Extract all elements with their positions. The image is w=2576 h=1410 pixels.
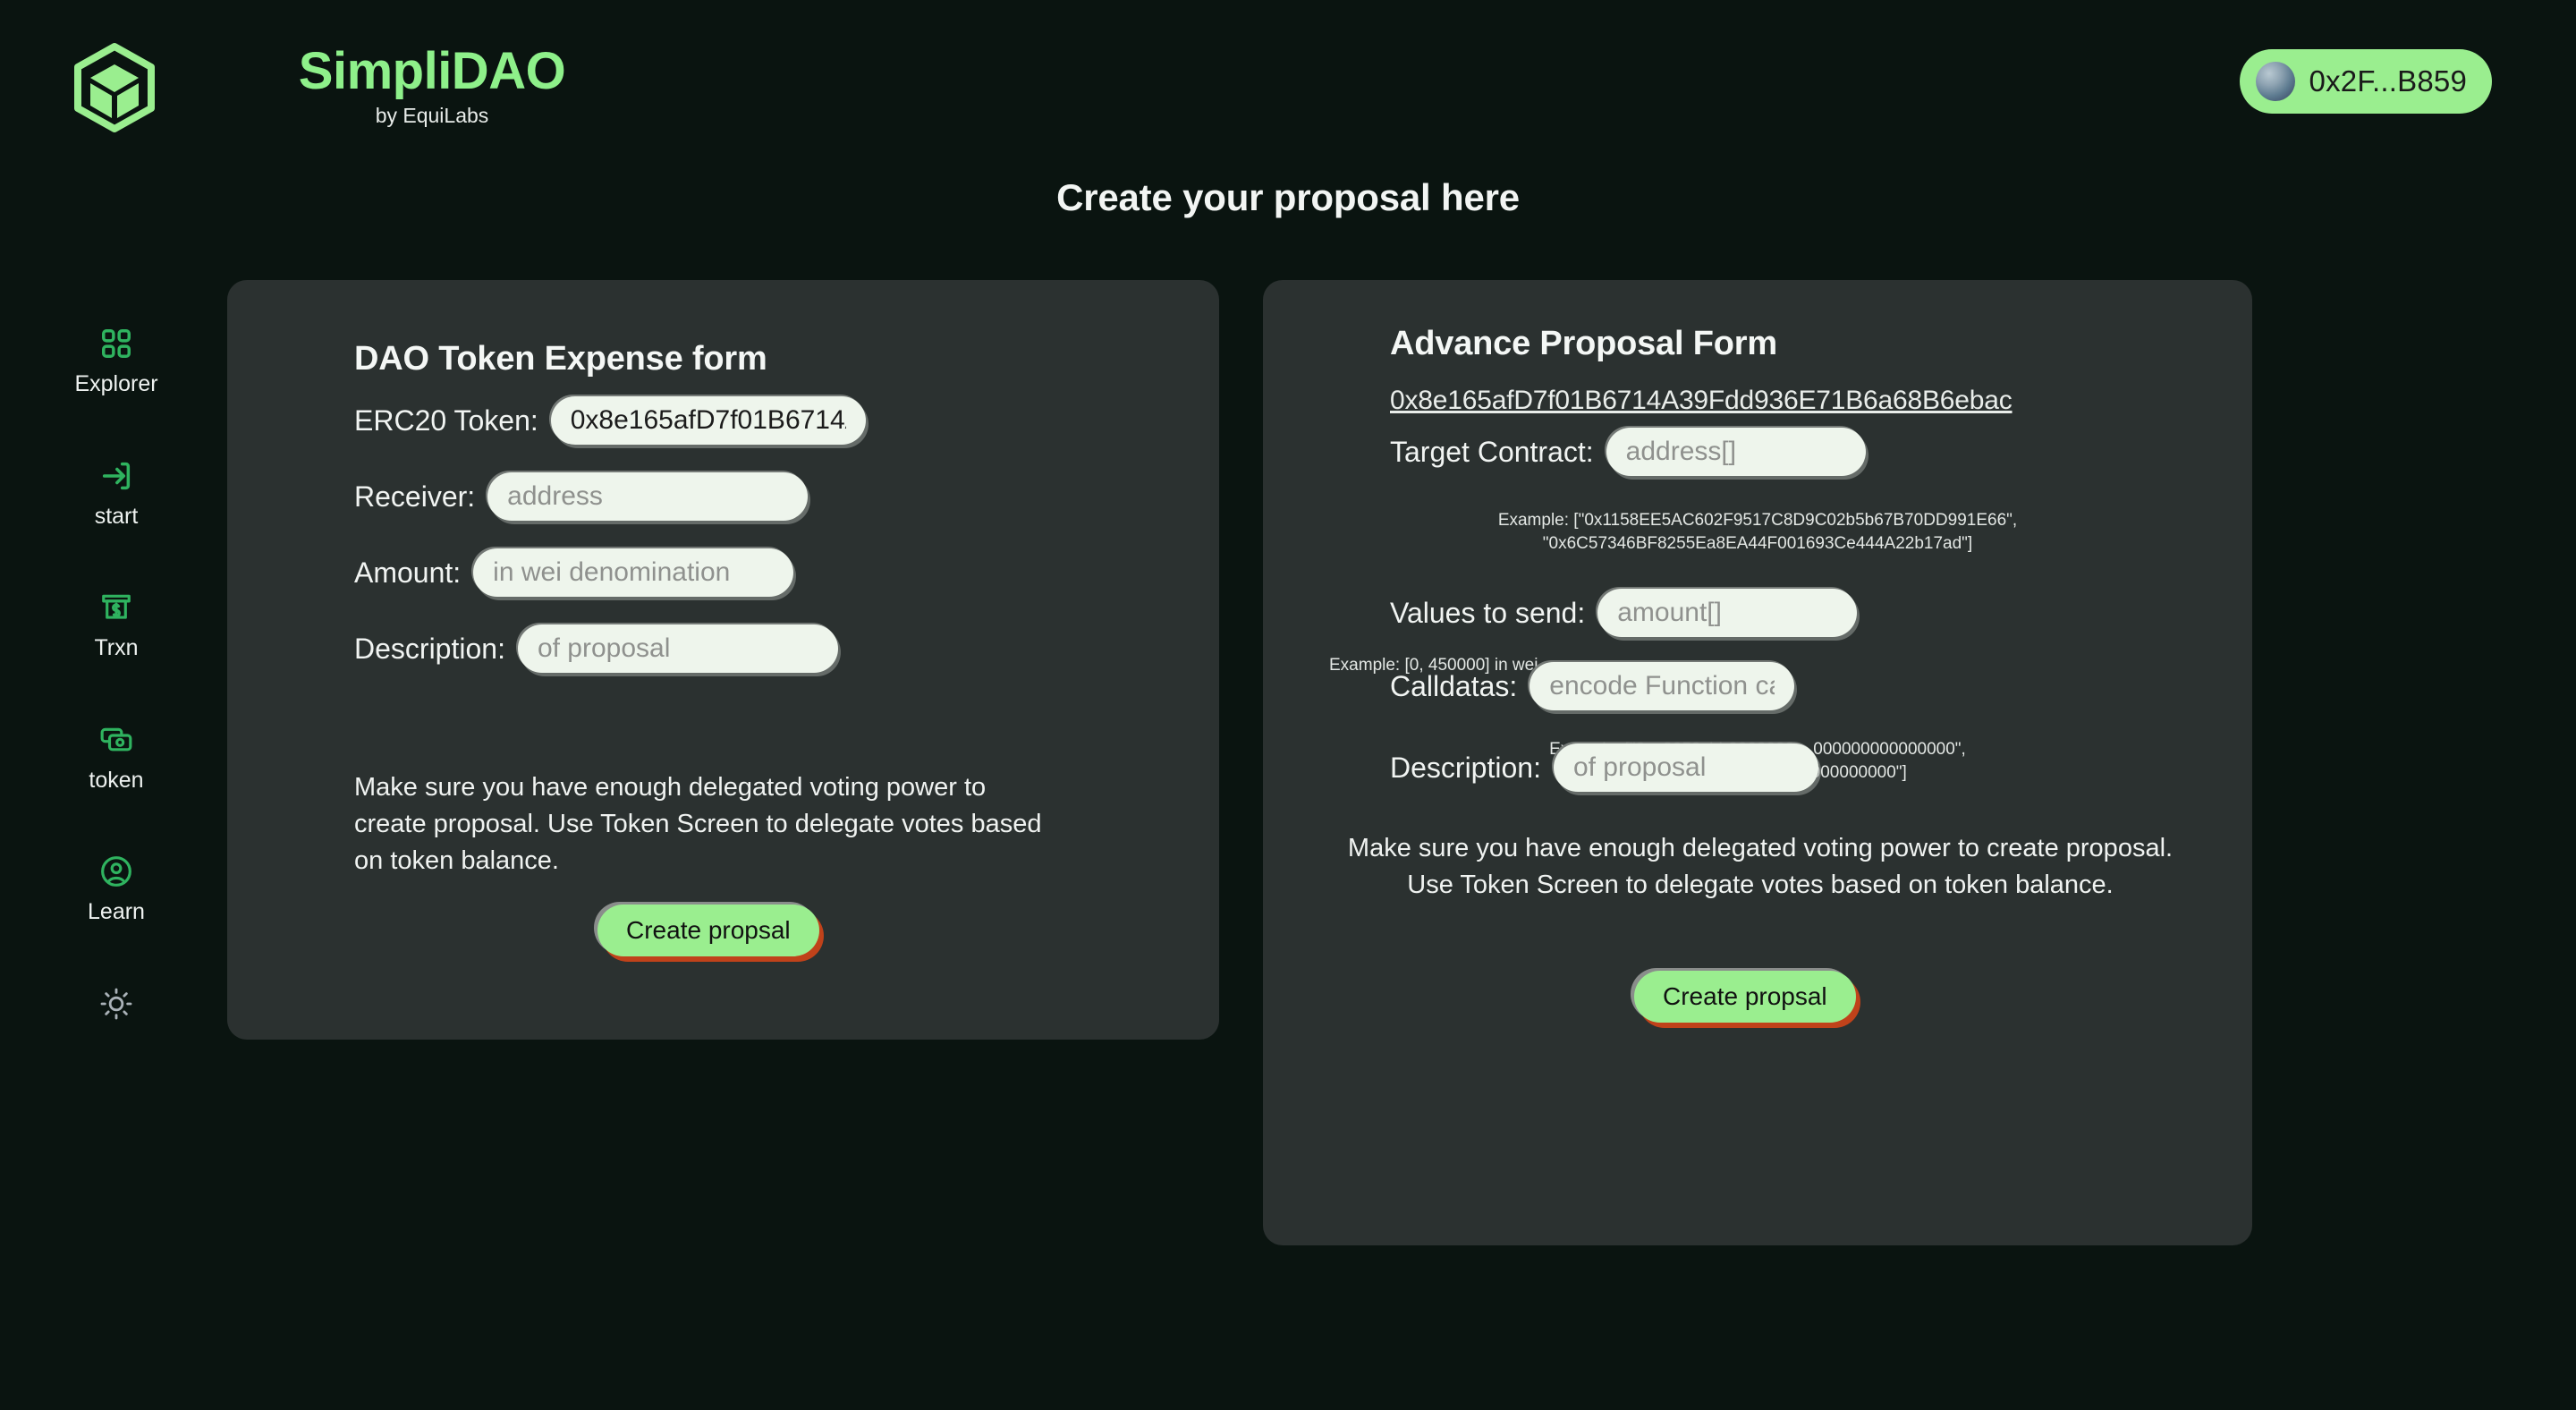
- grid-explorer-icon: [95, 322, 138, 365]
- label-receiver: Receiver:: [354, 480, 476, 513]
- app-subtitle: by EquiLabs: [375, 103, 489, 127]
- calldatas-input[interactable]: [1530, 662, 1795, 710]
- sidebar-item-token[interactable]: token: [0, 718, 233, 794]
- label-amount: Amount:: [354, 556, 462, 589]
- app-title: SimpliDAO: [298, 42, 566, 100]
- target-contract-example: Example: ["0x1158EE5AC602F9517C8D9C02b5b…: [1263, 509, 2252, 555]
- field-row-right-description: Description:: [1390, 743, 1818, 792]
- hexagon-cube-logo: [68, 41, 161, 134]
- values-to-send-input[interactable]: [1597, 589, 1858, 637]
- user-circle-learn-icon: [95, 850, 138, 893]
- atm-dollar-trxn-icon: [95, 586, 138, 629]
- wallet-address-pill[interactable]: 0x2F...B859: [2239, 49, 2492, 114]
- field-row-receiver: Receiver:: [354, 472, 809, 521]
- right-form-note: Make sure you have enough delegated voti…: [1347, 834, 2174, 900]
- theme-toggle-button[interactable]: [0, 982, 233, 1025]
- sidebar-label-start: start: [94, 503, 139, 529]
- right-description-input[interactable]: [1553, 743, 1818, 792]
- field-row-description: Description:: [354, 624, 838, 673]
- field-row-values-to-send: Values to send:: [1390, 589, 1858, 637]
- sidebar-label-learn: Learn: [88, 899, 145, 924]
- field-row-erc20-token: ERC20 Token:: [354, 396, 866, 445]
- sidebar-label-explorer: Explorer: [74, 371, 158, 396]
- left-form-note: Make sure you have enough delegated voti…: [354, 773, 1042, 876]
- dao-token-expense-card: DAO Token Expense form ERC20 Token: Rece…: [227, 280, 1219, 1040]
- label-erc20-token: ERC20 Token:: [354, 403, 538, 437]
- sidebar-nav: Explorer start Trxn token Learn: [0, 322, 233, 1025]
- app-header: SimpliDAO by EquiLabs 0x2F...B859: [0, 0, 2576, 179]
- sidebar-label-token: token: [89, 767, 144, 793]
- receiver-input[interactable]: [487, 472, 809, 521]
- right-form-title: Advance Proposal Form: [1390, 325, 1777, 362]
- advance-proposal-card: Advance Proposal Form 0x8e165afD7f01B671…: [1263, 280, 2252, 1245]
- description-input[interactable]: [517, 624, 838, 673]
- sidebar-item-learn[interactable]: Learn: [0, 850, 233, 925]
- wallet-address-label: 0x2F...B859: [2309, 64, 2467, 98]
- wallet-avatar-sphere: [2255, 62, 2295, 101]
- erc20-token-input[interactable]: [550, 396, 866, 445]
- sun-theme-icon: [95, 982, 138, 1025]
- right-create-proposal-button[interactable]: Create propsal: [1634, 971, 1856, 1023]
- arrow-enter-start-icon: [95, 454, 138, 497]
- stacked-coins-token-icon: [95, 718, 138, 761]
- sidebar-label-trxn: Trxn: [94, 635, 139, 660]
- field-row-target-contract: Target Contract:: [1390, 428, 1866, 476]
- left-form-title: DAO Token Expense form: [354, 340, 767, 378]
- sidebar-item-explorer[interactable]: Explorer: [0, 322, 233, 397]
- sidebar-item-trxn[interactable]: Trxn: [0, 586, 233, 661]
- label-calldatas: Calldatas:: [1390, 669, 1518, 702]
- left-create-proposal-button[interactable]: Create propsal: [597, 905, 819, 956]
- page-title: Create your proposal here: [1056, 176, 1520, 218]
- label-target-contract: Target Contract:: [1390, 435, 1594, 468]
- label-right-description: Description:: [1390, 751, 1541, 784]
- label-values-to-send: Values to send:: [1390, 596, 1586, 629]
- field-row-amount: Amount:: [354, 548, 794, 597]
- sidebar-item-start[interactable]: start: [0, 454, 233, 530]
- target-contract-input[interactable]: [1606, 428, 1866, 476]
- contract-address-link[interactable]: 0x8e165afD7f01B6714A39Fdd936E71B6a68B6eb…: [1390, 386, 2012, 416]
- target-contract-example-line2: "0x6C57346BF8255Ea8EA44F001693Ce444A22b1…: [1542, 533, 1973, 553]
- target-contract-example-line1: Example: ["0x1158EE5AC602F9517C8D9C02b5b…: [1497, 511, 2018, 530]
- brand-text-block: SimpliDAO by EquiLabs: [284, 42, 580, 127]
- field-row-calldatas: Calldatas:: [1390, 662, 1795, 710]
- amount-input[interactable]: [473, 548, 794, 597]
- label-description: Description:: [354, 632, 505, 665]
